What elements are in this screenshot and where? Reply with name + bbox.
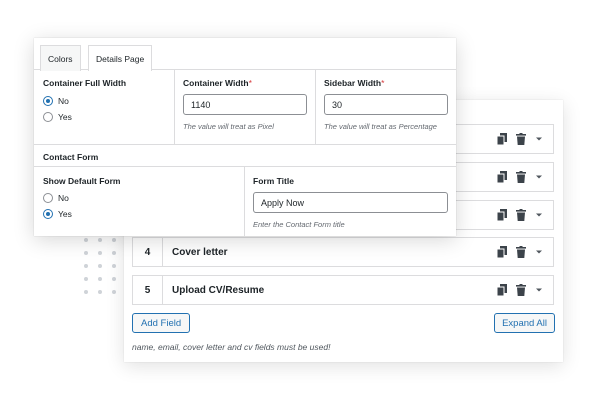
field-row-number: 4 [133, 238, 163, 266]
container-full-width-no-option[interactable]: No [43, 96, 165, 106]
caret-down-icon[interactable] [535, 174, 543, 180]
field-row-label: Cover letter [172, 246, 228, 258]
radio-label: Yes [58, 209, 72, 219]
dot [112, 238, 116, 242]
dot [112, 290, 116, 294]
form-title-cell: Form Title Apply Now Enter the Contact F… [245, 167, 456, 236]
decorative-dots [84, 238, 117, 294]
copy-icon[interactable] [497, 284, 507, 296]
field-row-number: 5 [133, 276, 163, 304]
dot [98, 238, 102, 242]
dot [84, 290, 88, 294]
caret-down-icon[interactable] [535, 287, 543, 293]
caret-down-icon[interactable] [535, 249, 543, 255]
field-row-label: Upload CV/Resume [172, 284, 265, 296]
tab-bar: Colors Details Page [34, 38, 456, 71]
container-full-width-cell: Container Full Width No Yes [34, 70, 175, 144]
show-default-form-yes-option[interactable]: Yes [43, 209, 235, 219]
radio-button[interactable] [43, 193, 53, 203]
dot [112, 264, 116, 268]
show-default-form-cell: Show Default Form No Yes [34, 167, 245, 236]
dot [98, 290, 102, 294]
container-full-width-yes-option[interactable]: Yes [43, 112, 165, 122]
dot [84, 238, 88, 242]
radio-label: Yes [58, 112, 72, 122]
copy-icon[interactable] [497, 171, 507, 183]
show-default-form-label: Show Default Form [43, 176, 121, 186]
divider [34, 144, 456, 145]
form-title-label: Form Title [253, 176, 294, 186]
dot [84, 277, 88, 281]
container-full-width-label: Container Full Width [43, 78, 127, 88]
copy-icon[interactable] [497, 133, 507, 145]
sidebar-width-input[interactable]: 30 [324, 94, 448, 115]
details-settings-panel: Colors Details Page Container Full Width… [34, 38, 456, 236]
copy-icon[interactable] [497, 209, 507, 221]
contact-form-section-title: Contact Form [43, 152, 99, 162]
required-fields-note: name, email, cover letter and cv fields … [132, 342, 331, 352]
show-default-form-no-option[interactable]: No [43, 193, 235, 203]
sidebar-width-title: Sidebar Width [324, 78, 382, 88]
trash-icon[interactable] [516, 133, 526, 145]
field-row-upload-cv[interactable]: 5 Upload CV/Resume [132, 275, 554, 305]
required-mark: * [248, 78, 252, 88]
radio-button[interactable] [43, 209, 53, 219]
tab-details-page[interactable]: Details Page [88, 45, 153, 71]
sidebar-width-hint: The value will treat as Percentage [324, 122, 437, 131]
required-mark: * [381, 78, 385, 88]
form-title-input[interactable]: Apply Now [253, 192, 448, 213]
trash-icon[interactable] [516, 246, 526, 258]
caret-down-icon[interactable] [535, 136, 543, 142]
add-field-button[interactable]: Add Field [132, 313, 191, 333]
sidebar-width-cell: Sidebar Width* 30 The value will treat a… [316, 70, 456, 144]
trash-icon[interactable] [516, 209, 526, 221]
dot [84, 251, 88, 255]
radio-button[interactable] [43, 96, 53, 106]
dot [84, 264, 88, 268]
dot [98, 251, 102, 255]
dot [98, 277, 102, 281]
container-width-cell: Container Width* 1140 The value will tre… [175, 70, 316, 144]
trash-icon[interactable] [516, 284, 526, 296]
dot [112, 277, 116, 281]
radio-label: No [58, 96, 69, 106]
copy-icon[interactable] [497, 246, 507, 258]
trash-icon[interactable] [516, 171, 526, 183]
container-width-hint: The value will treat as Pixel [183, 122, 274, 131]
dot [98, 264, 102, 268]
container-width-input[interactable]: 1140 [183, 94, 307, 115]
container-width-label: Container Width* [183, 78, 307, 88]
sidebar-width-label: Sidebar Width* [324, 78, 448, 88]
dot [112, 251, 116, 255]
field-row-cover-letter[interactable]: 4 Cover letter [132, 237, 554, 267]
radio-button[interactable] [43, 112, 53, 122]
form-title-hint: Enter the Contact Form title [253, 220, 345, 229]
container-width-title: Container Width [183, 78, 249, 88]
caret-down-icon[interactable] [535, 212, 543, 218]
expand-all-button[interactable]: Expand All [494, 313, 555, 333]
tab-colors[interactable]: Colors [40, 45, 81, 71]
radio-label: No [58, 193, 69, 203]
